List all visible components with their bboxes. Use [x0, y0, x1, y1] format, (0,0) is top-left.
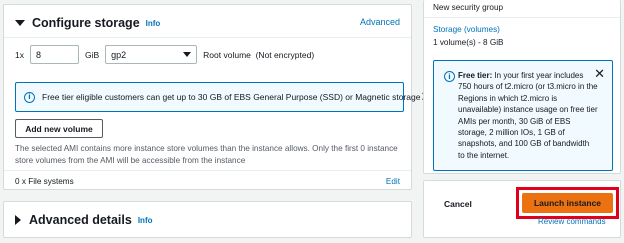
- volume-size-input[interactable]: 8: [29, 45, 79, 64]
- file-systems-divider: [4, 170, 411, 171]
- header-divider: [4, 37, 411, 38]
- configure-storage-header[interactable]: Configure storage Info: [15, 16, 160, 30]
- caret-right-icon[interactable]: [15, 215, 21, 225]
- add-new-volume-label: Add new volume: [25, 123, 93, 134]
- size-unit-label: GiB: [84, 49, 100, 60]
- summary-panel: New security group Storage (volumes) 1 v…: [423, 0, 621, 174]
- root-volume-row: 1x 8 GiB gp2 Root volume (Not encrypted): [15, 45, 314, 64]
- free-tier-alert: i Free tier: In your first year includes…: [433, 60, 613, 171]
- cancel-button[interactable]: Cancel: [444, 199, 472, 209]
- advanced-details-header[interactable]: Advanced details Info: [15, 213, 153, 227]
- free-tier-body: In your first year includes 750 hours of…: [458, 71, 598, 160]
- volume-type-value: gp2: [111, 49, 127, 60]
- close-icon[interactable]: ✕: [594, 68, 605, 81]
- advanced-link[interactable]: Advanced: [360, 17, 400, 27]
- launch-instance-button[interactable]: Launch instance: [522, 193, 613, 213]
- info-circle-icon: i: [444, 71, 455, 82]
- volume-size-value: 8: [35, 49, 41, 60]
- free-tier-heading: Free tier:: [458, 71, 493, 80]
- instance-store-note: The selected AMI contains more instance …: [15, 144, 398, 165]
- advanced-info-link[interactable]: Info: [138, 216, 153, 225]
- volume-type-select[interactable]: gp2: [105, 45, 198, 64]
- storage-info-link[interactable]: Info: [146, 19, 161, 28]
- dropdown-arrow-icon: [183, 52, 192, 57]
- configure-storage-title: Configure storage: [32, 16, 140, 30]
- actions-panel: Cancel Launch instance Review commands: [423, 180, 621, 238]
- edit-file-systems-link[interactable]: Edit: [386, 177, 400, 186]
- root-volume-label: Root volume (Not encrypted): [203, 49, 315, 60]
- launch-instance-label: Launch instance: [533, 198, 602, 208]
- advanced-details-title: Advanced details: [29, 213, 132, 227]
- free-tier-text: Free tier: In your first year includes 7…: [458, 70, 598, 161]
- caret-down-icon[interactable]: [15, 20, 25, 26]
- security-group-value: New security group: [433, 3, 504, 12]
- advanced-details-panel: Advanced details Info: [3, 201, 412, 238]
- add-new-volume-button[interactable]: Add new volume: [15, 119, 103, 138]
- configure-storage-panel: Configure storage Info Advanced 1x 8 GiB…: [3, 4, 431, 190]
- launch-highlight-box: Launch instance: [516, 187, 619, 219]
- free-tier-storage-alert: i Free tier eligible customers can get u…: [15, 82, 431, 112]
- file-systems-count: 0 x File systems: [15, 177, 74, 186]
- storage-volumes-link[interactable]: Storage (volumes): [433, 25, 500, 34]
- review-commands-link[interactable]: Review commands: [538, 217, 606, 226]
- storage-volumes-value: 1 volume(s) - 8 GiB: [433, 38, 504, 47]
- summary-divider: [424, 17, 620, 18]
- multiplier-label: 1x: [15, 49, 24, 60]
- free-tier-storage-message: Free tier eligible customers can get up …: [42, 92, 421, 102]
- info-circle-icon: i: [24, 91, 35, 103]
